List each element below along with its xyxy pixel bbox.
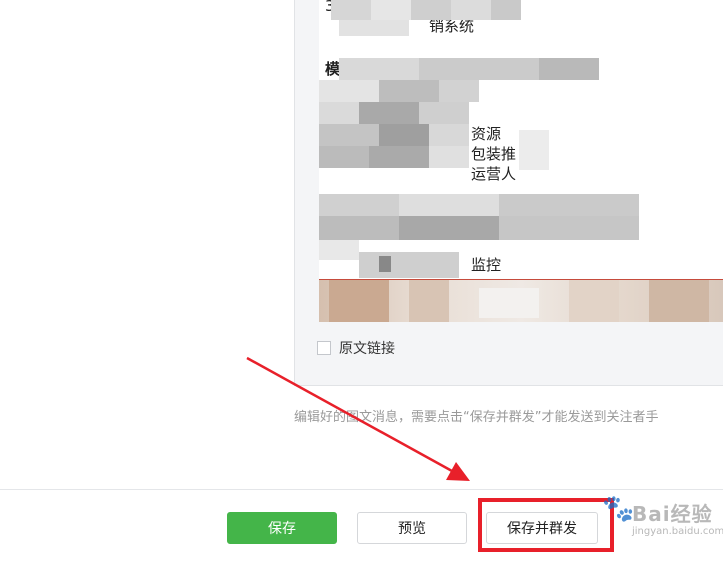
watermark-subtext: jingyan.baidu.com	[632, 526, 723, 537]
baidu-watermark: 🐾 Bai经验 jingyan.baidu.com	[598, 490, 723, 550]
annotation-arrow	[246, 356, 470, 481]
paw-icon: 🐾	[602, 494, 635, 524]
watermark-text: Bai经验	[632, 502, 713, 526]
